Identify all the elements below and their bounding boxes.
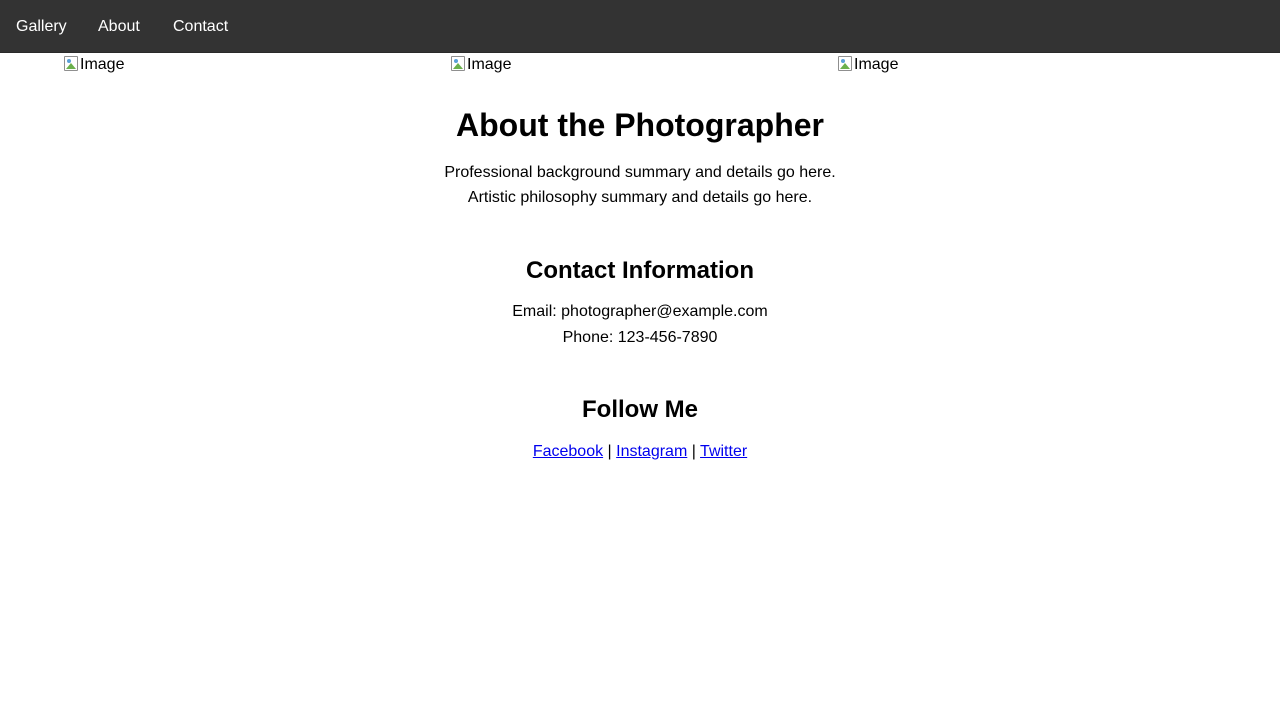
- broken-image-icon: [838, 55, 852, 71]
- about-title: About the Photographer: [456, 107, 824, 143]
- gallery-image-3: Image: [838, 54, 898, 76]
- broken-image-icon: [451, 55, 465, 71]
- contact-phone: Phone: 123-456-7890: [562, 329, 718, 346]
- contact-title: Contact Information: [526, 257, 754, 284]
- nav-link-about[interactable]: About: [98, 0, 140, 53]
- nav-link-gallery[interactable]: Gallery: [16, 0, 67, 53]
- gallery-image-alt: Image: [854, 56, 899, 73]
- gallery-image-alt: Image: [467, 56, 512, 73]
- gallery-image-1: Image: [64, 54, 124, 76]
- nav-link-contact[interactable]: Contact: [173, 0, 228, 53]
- about-philosophy-text: Artistic philosophy summary and details …: [467, 189, 813, 206]
- contact-email: Email: photographer@example.com: [512, 303, 768, 320]
- social-links: Facebook | Instagram | Twitter: [0, 441, 1280, 463]
- link-separator: |: [603, 443, 617, 460]
- gallery-image-alt: Image: [80, 56, 125, 73]
- facebook-link[interactable]: Facebook: [533, 443, 603, 460]
- link-separator: |: [687, 443, 701, 460]
- instagram-link[interactable]: Instagram: [616, 443, 687, 460]
- twitter-link[interactable]: Twitter: [700, 443, 747, 460]
- about-background-text: Professional background summary and deta…: [444, 164, 836, 181]
- follow-title: Follow Me: [582, 396, 698, 423]
- top-navbar: Gallery About Contact: [0, 0, 1280, 53]
- broken-image-icon: [64, 55, 78, 71]
- gallery-image-2: Image: [451, 54, 511, 76]
